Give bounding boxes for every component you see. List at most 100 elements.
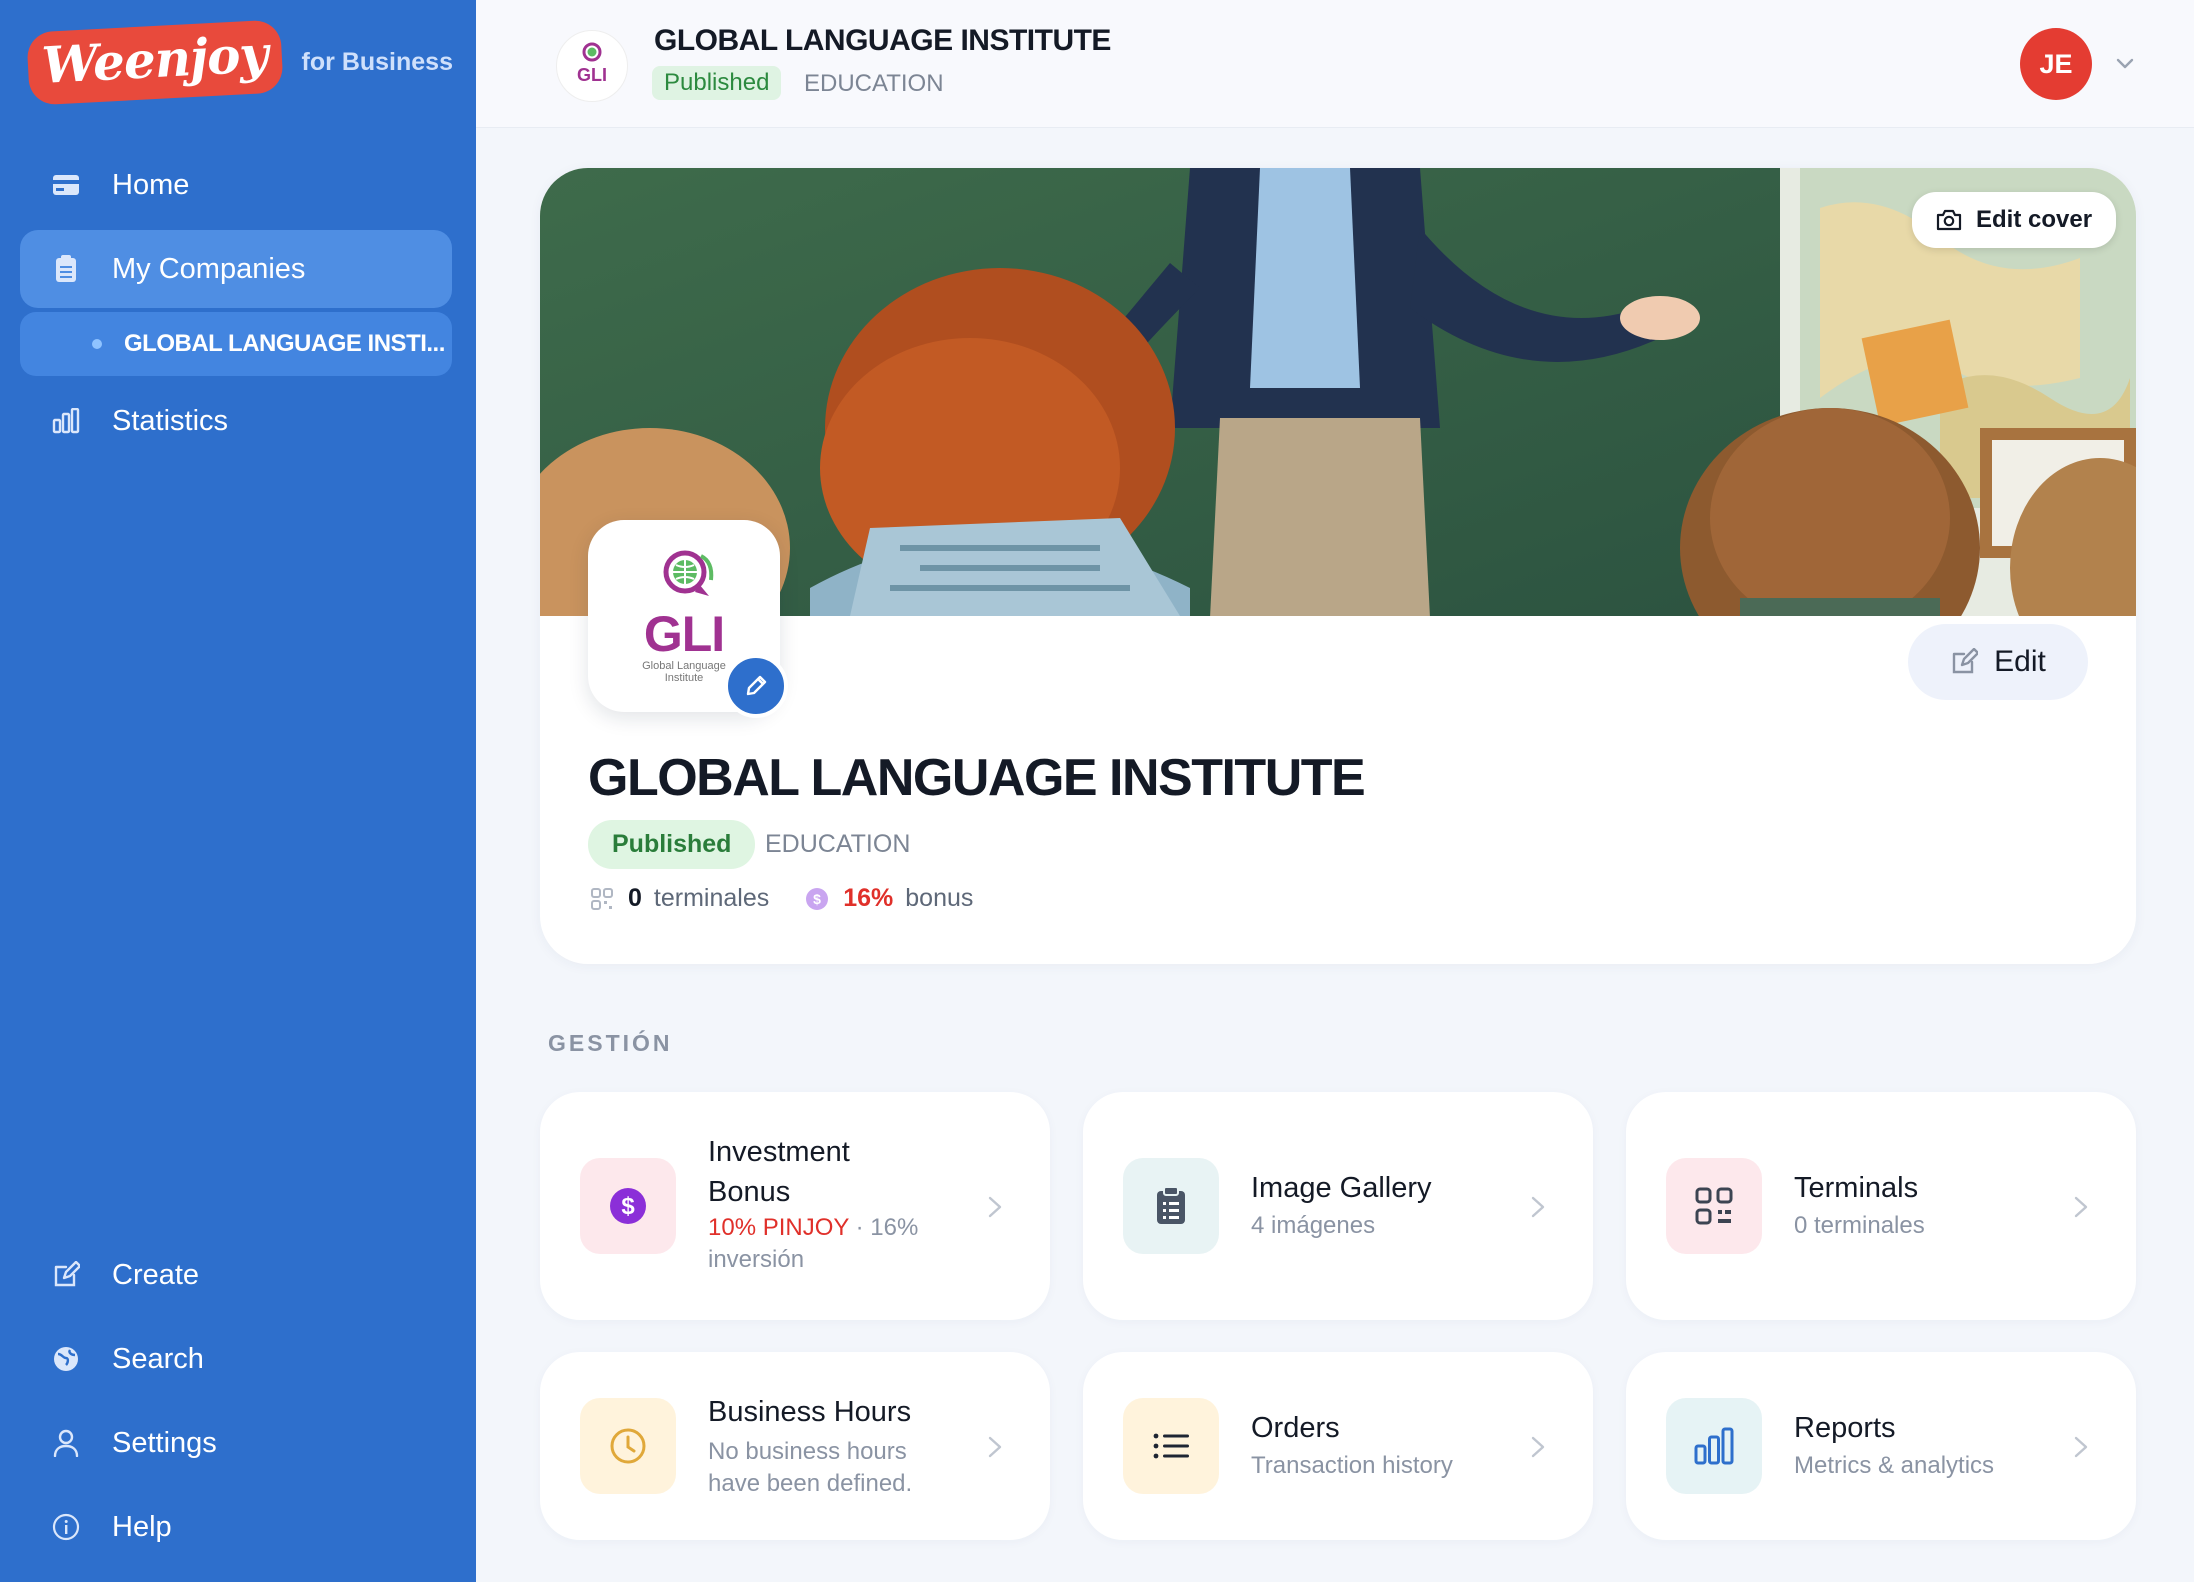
business-hours-card[interactable]: Business Hours No business hours have be… [540,1352,1050,1540]
clipboard-icon [1157,1186,1185,1224]
sidebar-subitem-company[interactable]: GLOBAL LANGUAGE INSTI... [20,312,452,376]
company-title: GLOBAL LANGUAGE INSTITUTE [588,749,1366,807]
card-title: Reports [1794,1412,1896,1444]
clipboard-icon [48,251,84,287]
chevron-right-icon [2074,1436,2088,1458]
edit-logo-button[interactable] [724,654,788,718]
investment-bonus-card[interactable]: $ Investment Bonus 10% PINJOY · 16% inve… [540,1092,1050,1320]
card-subtitle: 4 imágenes [1251,1212,1376,1239]
sidebar-item-statistics[interactable]: Statistics [20,382,452,460]
svg-text:GLI: GLI [577,65,607,85]
section-title: GESTIÓN [548,1030,673,1056]
card-title: Investment [708,1136,850,1168]
sidebar-subitem-label: GLOBAL LANGUAGE INSTI... [124,330,445,357]
sidebar-item-home[interactable]: Home [20,146,452,224]
logo-caption: Global Language [642,660,726,672]
sidebar-item-label: Statistics [112,404,229,437]
chevron-right-icon [1531,1436,1545,1458]
clock-icon [610,1428,646,1464]
sidebar-item-create[interactable]: Create [20,1236,452,1314]
brand[interactable]: Weenjoy for Business [26,19,453,106]
card-subtitle: inversión [708,1246,805,1273]
company-stats: 0 terminales $ 16% bonus [590,884,973,913]
sidebar-item-my-companies[interactable]: My Companies [20,230,452,308]
card-subtitle: 0 terminales [1794,1212,1925,1239]
bonus-highlight: 10% PINJOY [708,1214,849,1241]
chevron-right-icon [2074,1196,2088,1218]
logo-caption: Institute [664,672,704,684]
brand-subtitle: for Business [301,48,453,76]
category-label: EDUCATION [765,830,911,858]
svg-text:$: $ [621,1193,635,1220]
sidebar-item-search[interactable]: Search [20,1320,452,1398]
card-title: Terminals [1794,1172,1919,1204]
user-icon [48,1425,84,1461]
edit-cover-label: Edit cover [1976,206,2093,233]
edit-label: Edit [1994,645,2046,678]
edit-company-button[interactable]: Edit [1908,624,2088,700]
avatar[interactable]: JE [2020,28,2092,100]
info-icon [48,1509,84,1545]
card-icon [1666,1158,1762,1254]
bar-chart-icon [48,403,84,439]
card-icon [1666,1398,1762,1494]
list-icon [1153,1433,1189,1459]
reports-card[interactable]: Reports Metrics & analytics [1626,1352,2136,1540]
card-subtitle: 10% PINJOY · 16% [708,1212,918,1244]
credit-card-icon [48,167,84,203]
page-title: GLOBAL LANGUAGE INSTITUTE [654,24,1111,57]
edit-icon [1952,648,1979,674]
card-icon [580,1398,676,1494]
qr-code-icon [1695,1187,1733,1225]
card-subtitle: Transaction history [1251,1452,1453,1479]
chevron-down-icon[interactable] [2110,48,2140,78]
bonus-value: 16% [843,884,894,912]
logo-text: GLI [643,606,725,662]
card-icon [1123,1398,1219,1494]
globe-icon [48,1341,84,1377]
sidebar-item-label: Create [112,1258,200,1291]
sidebar: Weenjoy for Business Home My Companies G… [0,0,476,1582]
card-title: Orders [1251,1412,1340,1444]
sidebar-item-label: Search [112,1342,204,1375]
terminals-count: 0 [628,884,642,912]
bonus-inline: · 16% [855,1214,919,1241]
company-hero-card: Edit cover GLI Global Language Institute… [540,168,2136,964]
sidebar-item-label: Settings [112,1426,217,1459]
dollar-icon: $ [610,1188,646,1224]
bar-chart-icon [1694,1427,1734,1465]
chevron-right-icon [1531,1196,1545,1218]
card-title: Business Hours [708,1396,912,1428]
pencil-icon [746,675,767,696]
company-logo-small: GLI [556,30,628,102]
edit-icon [48,1257,84,1293]
bonus-label: bonus [905,884,974,912]
card-icon [1123,1158,1219,1254]
card-subtitle: No business hours [708,1438,907,1465]
qr-code-icon [591,887,613,910]
terminals-card[interactable]: Terminals 0 terminales [1626,1092,2136,1320]
card-icon: $ [580,1158,676,1254]
chevron-right-icon [988,1196,1002,1218]
orders-card[interactable]: Orders Transaction history [1083,1352,1593,1540]
sidebar-item-help[interactable]: Help [20,1488,452,1566]
top-bar: GLI GLOBAL LANGUAGE INSTITUTE Published … [476,0,2194,128]
card-title: Bonus [708,1176,791,1208]
status-badge: Published [652,66,782,100]
image-gallery-card[interactable]: Image Gallery 4 imágenes [1083,1092,1593,1320]
terminals-label: terminales [653,884,770,912]
sidebar-item-label: My Companies [112,252,306,285]
status-badge: Published [588,820,756,869]
edit-cover-button[interactable]: Edit cover [1912,192,2117,248]
card-title: Image Gallery [1251,1172,1432,1204]
sidebar-item-label: Help [112,1510,172,1543]
card-subtitle: have been defined. [708,1470,913,1497]
dollar-icon: $ [806,887,829,910]
weenjoy-logo: Weenjoy [26,19,284,106]
chevron-right-icon [988,1436,1002,1458]
card-subtitle: Metrics & analytics [1794,1452,1995,1479]
camera-icon [1936,209,1962,231]
category-label: EDUCATION [804,70,944,97]
sidebar-item-settings[interactable]: Settings [20,1404,452,1482]
bullet-icon [92,339,102,349]
